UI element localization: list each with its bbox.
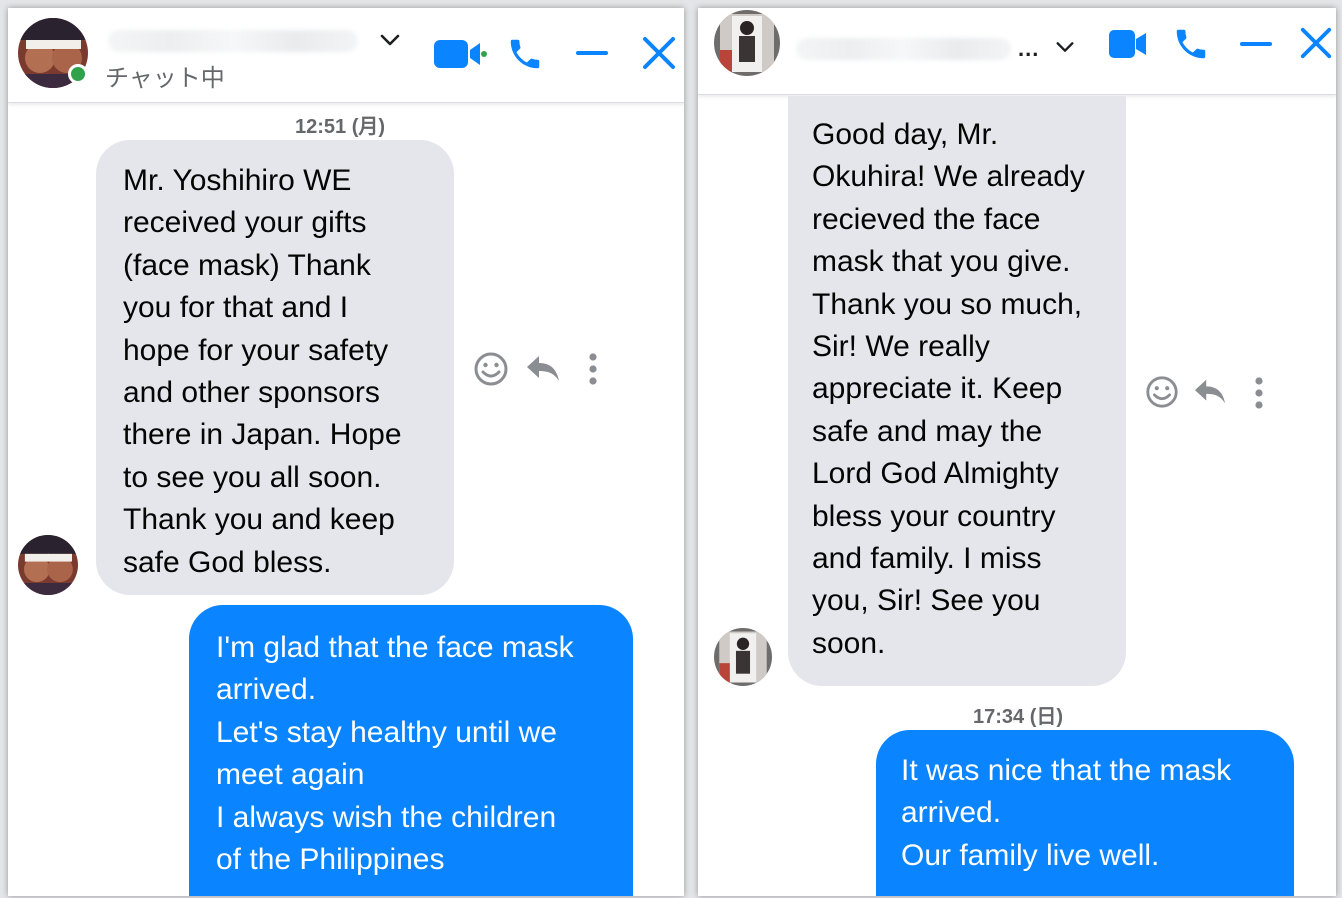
contact-name-blurred[interactable]: [796, 38, 1011, 60]
sender-avatar[interactable]: [714, 628, 772, 686]
chat-header: チャット中: [8, 8, 684, 103]
emoji-icon[interactable]: [472, 350, 510, 388]
sender-avatar[interactable]: [18, 535, 78, 595]
chevron-down-icon[interactable]: [1054, 36, 1076, 58]
message-timestamp: 12:51 (月): [294, 116, 386, 138]
more-icon[interactable]: [584, 352, 602, 386]
phone-icon[interactable]: [506, 35, 544, 73]
contact-avatar[interactable]: [714, 10, 780, 76]
close-icon[interactable]: [1298, 24, 1334, 62]
emoji-icon[interactable]: [1144, 374, 1180, 410]
chat-header: ...: [698, 8, 1336, 95]
chat-window-right: ... Good day, Mr. Okuhira! We already re…: [698, 8, 1336, 896]
online-status-dot: [68, 64, 88, 84]
close-icon[interactable]: [640, 34, 678, 72]
minimize-icon[interactable]: [1238, 39, 1274, 49]
incoming-message-bubble[interactable]: Good day, Mr. Okuhira! We already reciev…: [788, 96, 1126, 686]
minimize-icon[interactable]: [574, 48, 610, 58]
chevron-down-icon[interactable]: [378, 28, 402, 52]
incoming-message-bubble[interactable]: Mr. Yoshihiro WE received your gifts (fa…: [96, 140, 454, 595]
outgoing-message-bubble[interactable]: It was nice that the mask arrived. Our f…: [876, 730, 1294, 896]
name-ellipsis: ...: [1018, 36, 1040, 61]
chat-status: チャット中: [105, 65, 225, 92]
video-call-icon[interactable]: [432, 36, 488, 72]
reply-icon[interactable]: [524, 352, 562, 386]
chat-window-left: チャット中 12:51 (月) Mr. Yoshihiro WE receive…: [8, 8, 684, 896]
contact-name-blurred[interactable]: [108, 30, 358, 52]
more-icon[interactable]: [1250, 376, 1268, 410]
message-timestamp: 17:34 (日): [972, 706, 1064, 728]
reply-icon[interactable]: [1192, 376, 1228, 408]
outgoing-message-bubble[interactable]: I'm glad that the face mask arrived. Let…: [189, 605, 633, 896]
video-call-icon[interactable]: [1108, 26, 1148, 62]
phone-icon[interactable]: [1172, 25, 1210, 63]
